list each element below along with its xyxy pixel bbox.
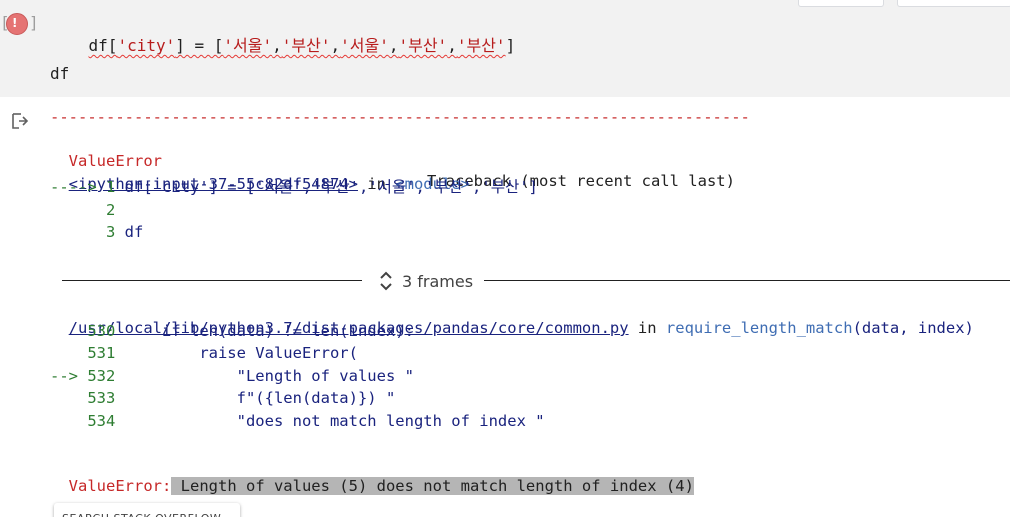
line-code: "does not match length of index " <box>115 412 545 430</box>
line-code: df['city'] = ['서울','부산','서울','부산','부산'] <box>115 178 538 196</box>
error-exclamation-icon: ! <box>12 16 18 30</box>
code-string: '서울' <box>223 36 273 55</box>
run-cell-button[interactable]: ! <box>6 13 28 35</box>
code-context-line: 2 <box>50 200 115 220</box>
code-string: '서울' <box>340 36 389 55</box>
line-arrow: 534 <box>50 412 116 430</box>
code-token: ] <box>505 36 516 55</box>
collapsed-frames-row: 3 frames <box>62 270 1010 294</box>
search-stack-overflow-button[interactable]: SEARCH STACK OVERFLOW <box>54 503 240 517</box>
line-arrow: ----> 1 <box>50 178 116 196</box>
cell-toolbar-button[interactable] <box>798 0 884 7</box>
code-string: 'city' <box>117 36 176 55</box>
line-arrow: --> 532 <box>50 367 116 385</box>
code-context-line: 530 if len(data) != len(index): <box>50 321 414 341</box>
final-error-line: ValueError: Length of values (5) does no… <box>50 456 694 496</box>
expand-frames-button[interactable]: 3 frames <box>378 270 473 292</box>
divider <box>484 280 1010 281</box>
code-token: , <box>447 36 457 55</box>
code-context-line: --> 532 "Length of values " <box>50 366 414 386</box>
in-word: in <box>628 319 666 337</box>
code-cell-input[interactable]: [ ! ] df['city'] = ['서울','부산','서울','부산',… <box>0 0 1010 97</box>
code-context-line: 531 raise ValueError( <box>50 343 358 363</box>
function-args: (data, index) <box>852 319 974 337</box>
frames-label: 3 frames <box>402 271 474 291</box>
code-context-line: 534 "does not match length of index " <box>50 411 545 431</box>
line-code: df <box>115 223 144 241</box>
unfold-icon <box>380 271 392 291</box>
final-error-message[interactable]: Length of values (5) does not match leng… <box>171 477 694 495</box>
cell-toolbar-button[interactable] <box>897 0 1010 7</box>
line-code: "Length of values " <box>115 367 414 385</box>
traceback-separator: ----------------------------------------… <box>50 108 750 126</box>
code-context-line: ----> 1 df['city'] = ['서울','부산','서울','부산… <box>50 177 538 197</box>
code-line-2[interactable]: df <box>50 64 69 83</box>
code-string: '부산' <box>281 36 331 55</box>
line-code: if len(data) != len(index): <box>115 322 414 340</box>
line-arrow: 531 <box>50 344 116 362</box>
code-context-line: 533 f"({len(data)}) " <box>50 388 395 408</box>
final-error-type: ValueError: <box>68 477 172 495</box>
code-string: '부산' <box>456 36 506 55</box>
line-code: f"({len(data)}) " <box>115 389 396 407</box>
line-arrow: 3 <box>50 223 116 241</box>
line-arrow: 2 <box>50 201 116 219</box>
code-token: ] = [ <box>175 36 224 55</box>
divider <box>62 280 362 281</box>
line-code: raise ValueError( <box>115 344 358 362</box>
line-arrow: 533 <box>50 389 116 407</box>
code-token: , <box>272 36 282 55</box>
output-clear-icon[interactable] <box>10 111 30 131</box>
code-line-1[interactable]: df['city'] = ['서울','부산','서울','부산','부산'] <box>50 13 516 75</box>
line-arrow: 530 <box>50 322 116 340</box>
code-string: '부산' <box>398 36 448 55</box>
code-context-line: 3 df <box>50 222 143 242</box>
code-token: df[ <box>88 36 118 55</box>
code-token: , <box>330 36 341 55</box>
function-name: require_length_match <box>665 319 853 337</box>
execution-bracket-right: ] <box>29 13 39 32</box>
